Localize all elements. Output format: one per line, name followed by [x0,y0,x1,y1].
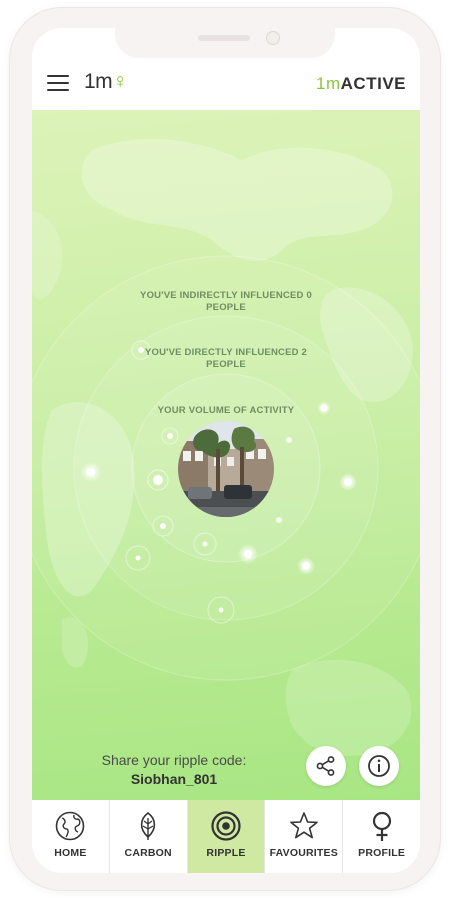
ripple-view: YOU'VE INDIRECTLY INFLUENCED 0 PEOPLE YO… [32,110,420,800]
phone-speaker [198,35,250,41]
tab-ripple-label: RIPPLE [206,847,246,859]
share-ripple-code: Share your ripple code: Siobhan_801 [84,752,264,787]
globe-icon [56,811,85,841]
share-code-label: Share your ripple code: [101,752,247,768]
info-button[interactable] [359,746,399,786]
tab-profile-label: PROFILE [358,847,406,859]
star-icon [289,812,318,839]
info-icon [368,755,390,777]
app-logo: 1m♀ [84,70,128,94]
share-button[interactable] [306,746,346,786]
leaf-icon [141,811,156,840]
brand-logo-prefix: 1m [316,74,341,93]
phone-camera [266,31,280,45]
female-symbol-icon [372,811,391,841]
tab-carbon-label: CARBON [124,847,172,859]
ripple-icon [211,811,241,841]
indirect-influence-label: YOU'VE INDIRECTLY INFLUENCED 0 PEOPLE [140,290,312,313]
tab-profile[interactable]: PROFILE [343,800,420,873]
ripple-code-value: Siobhan_801 [130,771,218,787]
direct-influence-label: YOU'VE DIRECTLY INFLUENCED 2 PEOPLE [145,347,307,370]
brand-logo-text: ACTIVE [340,74,406,93]
activity-volume-label: YOUR VOLUME OF ACTIVITY [157,405,295,416]
tab-favourites[interactable]: FAVOURITES [265,800,344,873]
tab-home-label: HOME [54,847,87,859]
app-logo-text: 1m [84,70,113,93]
brand-logo: 1mACTIVE [316,74,406,94]
tab-home[interactable]: HOME [32,800,110,873]
bottom-tab-bar: HOME CARBON RIPPLE FAVOURITES PROFILE [32,800,420,873]
menu-icon[interactable] [47,75,69,93]
phone-notch [115,28,335,58]
tab-carbon[interactable]: CARBON [110,800,188,873]
share-icon [316,756,335,776]
profile-photo[interactable] [178,421,274,517]
tab-ripple[interactable]: RIPPLE [187,800,266,873]
tab-favourites-label: FAVOURITES [269,847,338,859]
app-screen: 1m♀ 1mACTIVE YOU'VE INDIRECTLY INFLUENCE… [32,28,420,873]
female-symbol-icon: ♀ [112,70,128,93]
street-photo-image [178,421,274,517]
